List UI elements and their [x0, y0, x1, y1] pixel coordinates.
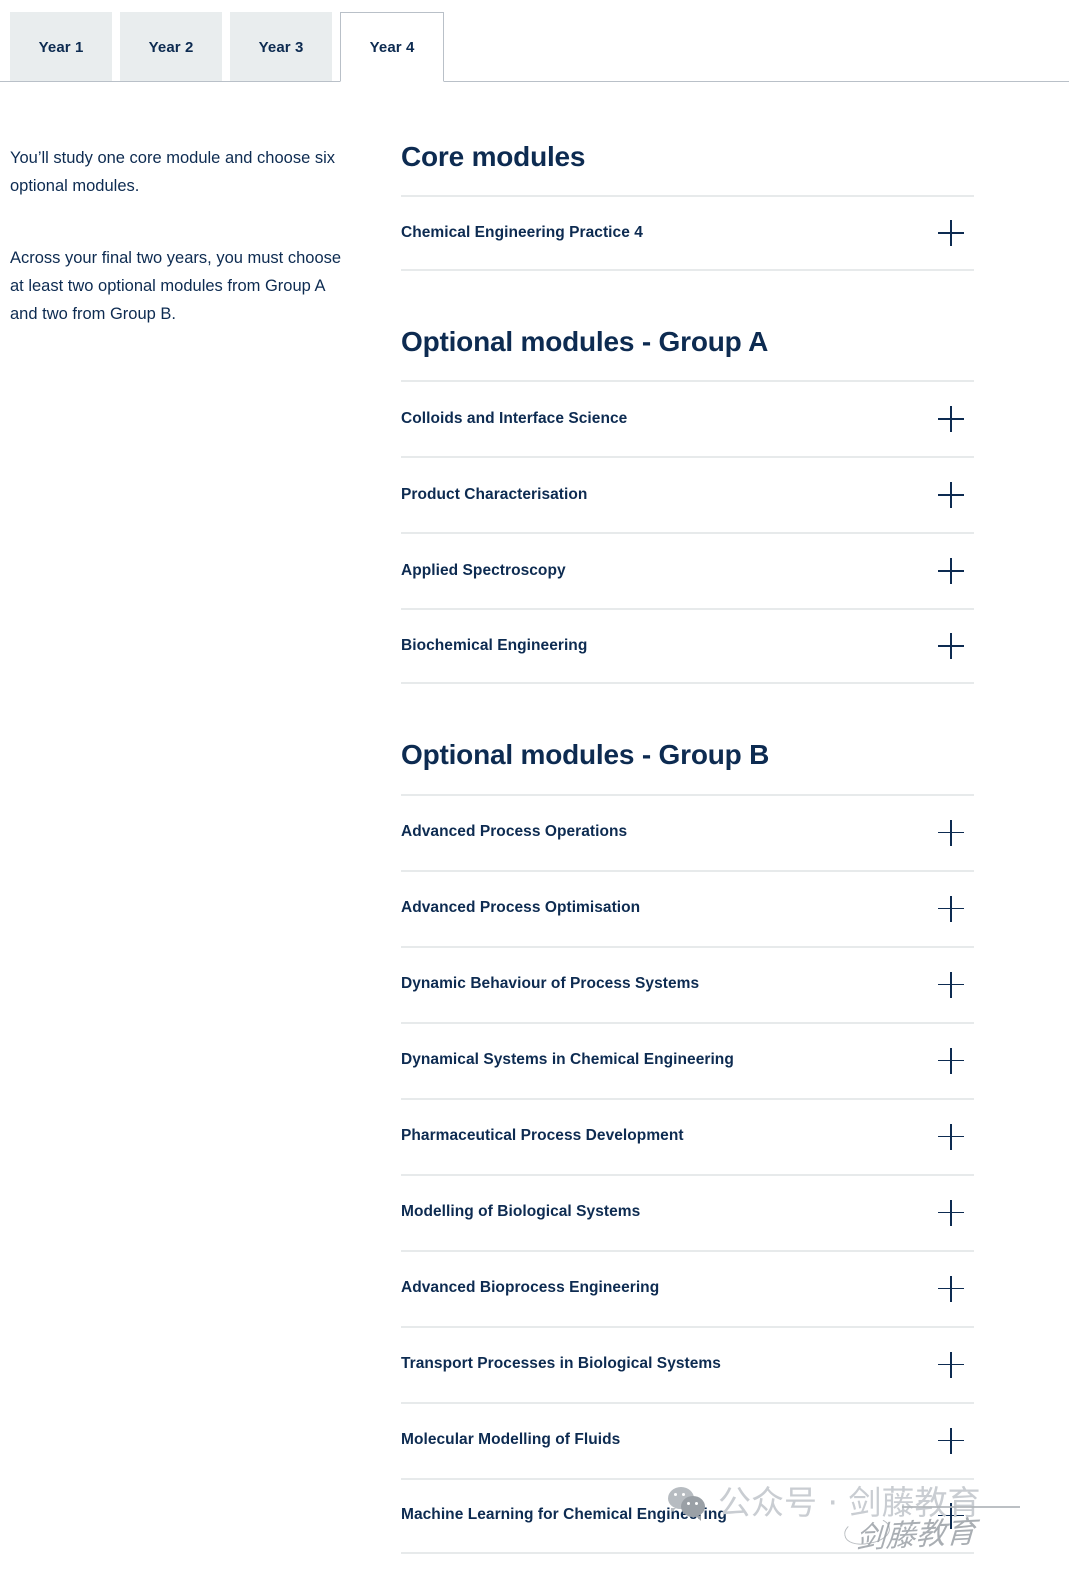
year-tabs: Year 1 Year 2 Year 3 Year 4 — [10, 12, 444, 82]
tab-year-1[interactable]: Year 1 — [10, 12, 112, 82]
module-accordion-biochemical-engineering[interactable]: Biochemical Engineering — [401, 608, 974, 685]
plus-icon[interactable] — [938, 1123, 964, 1150]
module-accordion-advanced-bioprocess-engineering[interactable]: Advanced Bioprocess Engineering — [401, 1249, 974, 1326]
plus-icon[interactable] — [938, 1199, 964, 1226]
plus-icon[interactable] — [938, 633, 964, 660]
plus-icon[interactable] — [938, 819, 964, 846]
plus-icon[interactable] — [938, 1047, 964, 1074]
module-accordion-advanced-process-optimisation[interactable]: Advanced Process Optimisation — [401, 869, 974, 946]
module-title: Modelling of Biological Systems — [401, 1203, 641, 1221]
plus-icon[interactable] — [938, 558, 964, 585]
module-title: Applied Spectroscopy — [401, 562, 566, 580]
tab-year-4[interactable]: Year 4 — [340, 12, 444, 82]
module-accordion-pharmaceutical-process-development[interactable]: Pharmaceutical Process Development — [401, 1097, 974, 1174]
intro-paragraph-2: Across your final two years, you must ch… — [10, 249, 342, 323]
module-title: Transport Processes in Biological System… — [401, 1355, 721, 1373]
module-title: Advanced Process Optimisation — [401, 899, 641, 917]
plus-icon[interactable] — [938, 1351, 964, 1378]
tab-year-1-label: Year 1 — [38, 38, 84, 56]
module-title: Product Characterisation — [401, 486, 588, 504]
tabpanel-year-4: You’ll study one core module and choose … — [0, 82, 1069, 1554]
module-accordion-transport-processes-in-biological-systems[interactable]: Transport Processes in Biological System… — [401, 1325, 974, 1402]
tab-year-2[interactable]: Year 2 — [120, 12, 222, 82]
content-columns: You’ll study one core module and choose … — [0, 82, 1069, 1554]
plus-icon[interactable] — [938, 220, 964, 247]
module-accordion-molecular-modelling-of-fluids[interactable]: Molecular Modelling of Fluids — [401, 1401, 974, 1478]
section-heading-optional-group-b: Optional modules - Group B — [401, 739, 770, 771]
module-title: Pharmaceutical Process Development — [401, 1127, 684, 1145]
section-heading-core-modules: Core modules — [401, 141, 586, 172]
module-title: Molecular Modelling of Fluids — [401, 1431, 621, 1449]
plus-icon[interactable] — [938, 1275, 964, 1302]
plus-icon[interactable] — [938, 1427, 964, 1454]
module-title: Machine Learning for Chemical Engineerin… — [401, 1506, 727, 1524]
modules-list: Core modules Chemical Engineering Practi… — [401, 82, 974, 1554]
module-title: Advanced Process Operations — [401, 823, 628, 841]
module-title: Chemical Engineering Practice 4 — [401, 223, 643, 241]
year-tabstrip: Year 1 Year 2 Year 3 Year 4 — [0, 0, 1069, 82]
module-title: Colloids and Interface Science — [401, 410, 628, 428]
intro-column: You’ll study one core module and choose … — [0, 82, 390, 328]
module-accordion-dynamic-behaviour-of-process-systems[interactable]: Dynamic Behaviour of Process Systems — [401, 945, 974, 1022]
module-accordion-colloids-and-interface-science[interactable]: Colloids and Interface Science — [401, 380, 974, 456]
plus-icon[interactable] — [938, 406, 964, 433]
plus-icon[interactable] — [938, 1502, 964, 1529]
module-accordion-modelling-of-biological-systems[interactable]: Modelling of Biological Systems — [401, 1173, 974, 1250]
plus-icon[interactable] — [938, 895, 964, 922]
module-title: Dynamical Systems in Chemical Engineerin… — [401, 1051, 734, 1069]
modules-column: Core modules Chemical Engineering Practi… — [390, 82, 1069, 1554]
module-accordion-applied-spectroscopy[interactable]: Applied Spectroscopy — [401, 532, 974, 608]
module-accordion-dynamical-systems-in-chemical-engineering[interactable]: Dynamical Systems in Chemical Engineerin… — [401, 1021, 974, 1098]
section-heading-optional-group-a: Optional modules - Group A — [401, 326, 769, 358]
module-title: Dynamic Behaviour of Process Systems — [401, 975, 700, 993]
module-title: Advanced Bioprocess Engineering — [401, 1279, 660, 1297]
tab-year-4-label: Year 4 — [369, 38, 415, 56]
module-title: Biochemical Engineering — [401, 637, 588, 655]
module-accordion-advanced-process-operations[interactable]: Advanced Process Operations — [401, 793, 974, 870]
module-accordion-chemical-engineering-practice-4[interactable]: Chemical Engineering Practice 4 — [401, 195, 974, 272]
module-accordion-machine-learning-for-chemical-engineering[interactable]: Machine Learning for Chemical Engineerin… — [401, 1477, 974, 1554]
plus-icon[interactable] — [938, 482, 964, 509]
intro-paragraph-1: You’ll study one core module and choose … — [10, 149, 336, 195]
plus-icon[interactable] — [938, 971, 964, 998]
tab-year-3-label: Year 3 — [258, 38, 304, 56]
tab-year-2-label: Year 2 — [148, 38, 194, 56]
module-accordion-product-characterisation[interactable]: Product Characterisation — [401, 456, 974, 532]
tab-year-3[interactable]: Year 3 — [230, 12, 332, 82]
